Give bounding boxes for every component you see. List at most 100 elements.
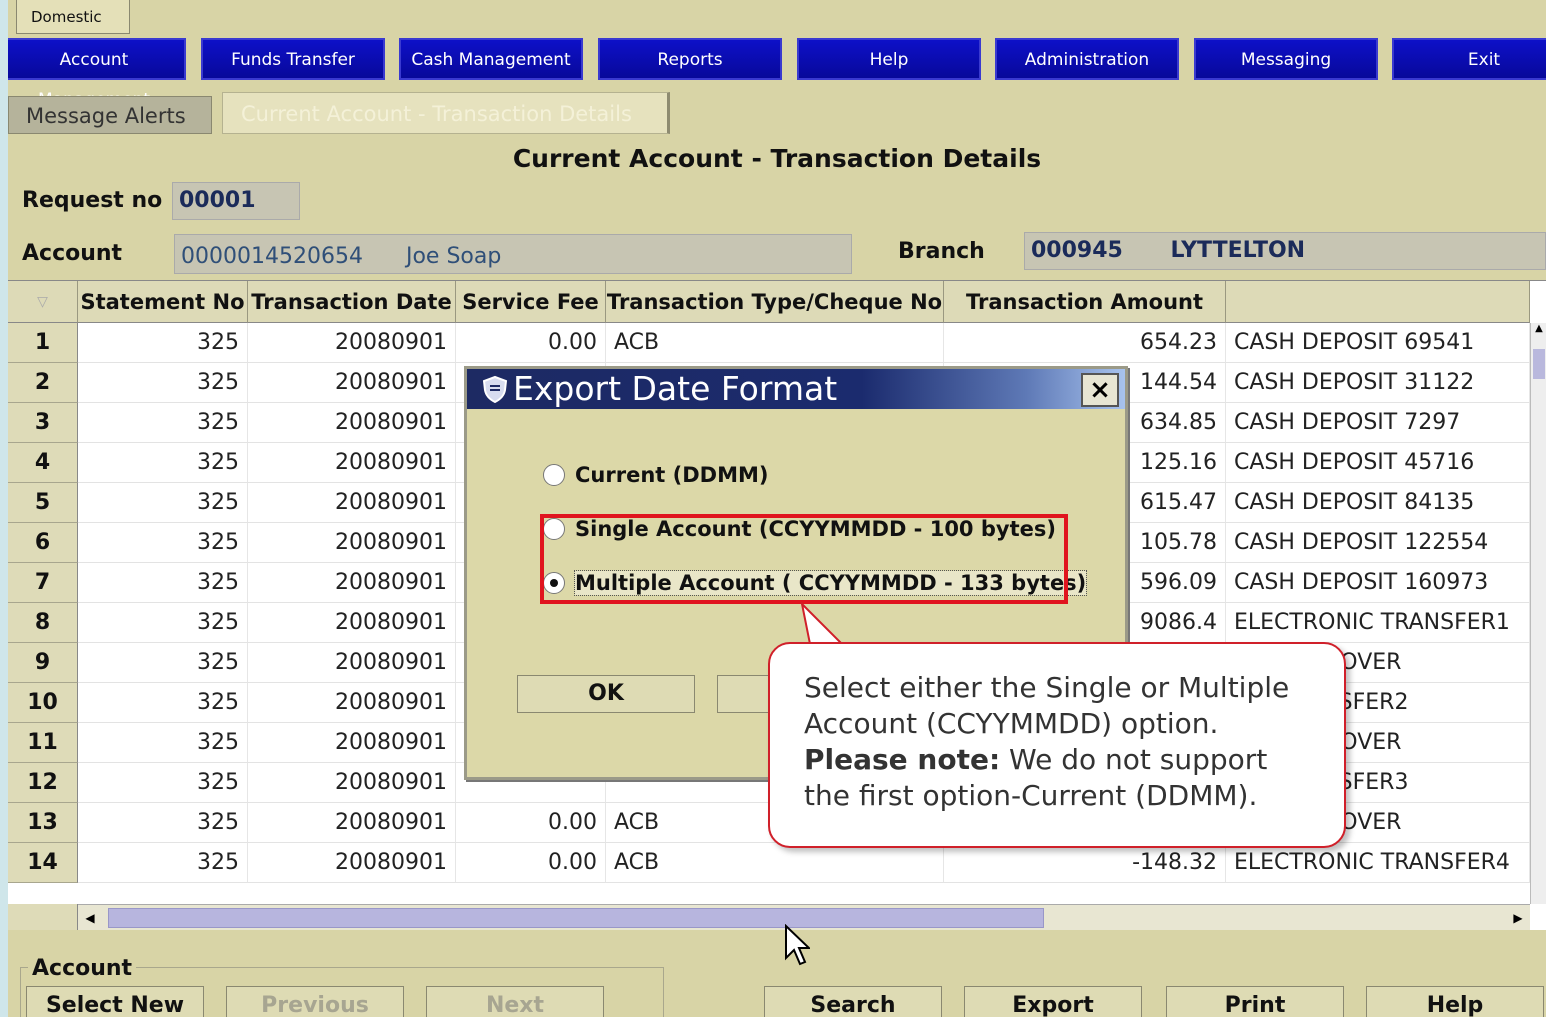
- col-description[interactable]: [1226, 281, 1530, 323]
- cell-transaction-date[interactable]: 20080901: [248, 683, 456, 723]
- row-number[interactable]: 10: [8, 683, 78, 723]
- cell-transaction-type[interactable]: ACB: [606, 323, 944, 363]
- row-number[interactable]: 13: [8, 803, 78, 843]
- radio-current-ddmm[interactable]: [543, 464, 565, 486]
- cell-description[interactable]: CASH DEPOSIT 45716: [1226, 443, 1530, 483]
- row-number[interactable]: 2: [8, 363, 78, 403]
- cell-transaction-date[interactable]: 20080901: [248, 843, 456, 883]
- row-number[interactable]: 7: [8, 563, 78, 603]
- cell-statement-no[interactable]: 325: [78, 843, 248, 883]
- option-current-label[interactable]: Current (DDMM): [575, 463, 768, 487]
- ok-button[interactable]: OK: [517, 675, 695, 713]
- menu-cash-management[interactable]: Cash Management: [399, 38, 583, 80]
- cell-transaction-date[interactable]: 20080901: [248, 603, 456, 643]
- row-number[interactable]: 14: [8, 843, 78, 883]
- cell-transaction-date[interactable]: 20080901: [248, 443, 456, 483]
- help-button[interactable]: Help: [1366, 986, 1544, 1017]
- cell-transaction-date[interactable]: 20080901: [248, 483, 456, 523]
- cell-statement-no[interactable]: 325: [78, 563, 248, 603]
- select-new-button[interactable]: Select New: [26, 986, 204, 1017]
- cell-statement-no[interactable]: 325: [78, 443, 248, 483]
- next-button[interactable]: Next: [426, 986, 604, 1017]
- scroll-up-icon[interactable]: ▲: [1531, 323, 1546, 343]
- cell-transaction-type[interactable]: ACB: [606, 843, 944, 883]
- cell-description[interactable]: CASH DEPOSIT 160973: [1226, 563, 1530, 603]
- cell-statement-no[interactable]: 325: [78, 763, 248, 803]
- row-number[interactable]: 9: [8, 643, 78, 683]
- col-transaction-date[interactable]: Transaction Date: [248, 281, 456, 323]
- account-label: Account: [22, 241, 123, 266]
- cell-transaction-date[interactable]: 20080901: [248, 403, 456, 443]
- cell-transaction-amount[interactable]: 654.23: [944, 323, 1226, 363]
- cell-statement-no[interactable]: 325: [78, 603, 248, 643]
- cell-description[interactable]: CASH DEPOSIT 84135: [1226, 483, 1530, 523]
- menu-messaging[interactable]: Messaging: [1194, 38, 1378, 80]
- col-transaction-amount[interactable]: Transaction Amount: [944, 281, 1226, 323]
- cell-statement-no[interactable]: 325: [78, 403, 248, 443]
- cell-transaction-date[interactable]: 20080901: [248, 763, 456, 803]
- export-button[interactable]: Export: [964, 986, 1142, 1017]
- request-no-field[interactable]: 00001: [172, 182, 300, 220]
- branch-field[interactable]: 000945 LYTTELTON: [1024, 232, 1546, 270]
- cell-transaction-amount[interactable]: -148.32: [944, 843, 1226, 883]
- row-number[interactable]: 5: [8, 483, 78, 523]
- cell-transaction-date[interactable]: 20080901: [248, 523, 456, 563]
- cell-transaction-date[interactable]: 20080901: [248, 323, 456, 363]
- cell-service-fee[interactable]: 0.00: [456, 803, 606, 843]
- row-number[interactable]: 4: [8, 443, 78, 483]
- col-statement-no[interactable]: Statement No: [78, 281, 248, 323]
- col-service-fee[interactable]: Service Fee: [456, 281, 606, 323]
- page-title: Current Account - Transaction Details: [512, 144, 1042, 173]
- cell-description[interactable]: CASH DEPOSIT 7297: [1226, 403, 1530, 443]
- scroll-right-icon[interactable]: ▶: [1508, 907, 1528, 929]
- row-number[interactable]: 3: [8, 403, 78, 443]
- menu-exit[interactable]: Exit: [1392, 38, 1546, 80]
- cell-statement-no[interactable]: 325: [78, 363, 248, 403]
- table-row[interactable]: 1 325 20080901 0.00 ACB 654.23 CASH DEPOSIT 69…: [8, 323, 1530, 363]
- cell-statement-no[interactable]: 325: [78, 803, 248, 843]
- dialog-title: Export Date Format: [467, 369, 1125, 409]
- vertical-scrollbar[interactable]: ▲: [1530, 323, 1546, 904]
- horizontal-scroll-thumb[interactable]: [108, 908, 1044, 928]
- account-field[interactable]: 0000014520654 Joe Soap: [174, 234, 852, 274]
- col-transaction-type[interactable]: Transaction Type/Cheque No: [606, 281, 944, 323]
- tab-current-account[interactable]: Current Account - Transaction Details: [222, 92, 670, 134]
- search-button[interactable]: Search: [764, 986, 942, 1017]
- tab-message-alerts[interactable]: Message Alerts: [8, 96, 212, 134]
- row-number[interactable]: 11: [8, 723, 78, 763]
- cell-transaction-date[interactable]: 20080901: [248, 643, 456, 683]
- menu-administration[interactable]: Administration: [995, 38, 1179, 80]
- cell-statement-no[interactable]: 325: [78, 483, 248, 523]
- close-icon[interactable]: ×: [1081, 373, 1119, 407]
- print-button[interactable]: Print: [1166, 986, 1344, 1017]
- menu-help[interactable]: Help: [797, 38, 981, 80]
- menu-account-management[interactable]: Account Management: [8, 38, 186, 110]
- row-number[interactable]: 8: [8, 603, 78, 643]
- cell-statement-no[interactable]: 325: [78, 723, 248, 763]
- cell-statement-no[interactable]: 325: [78, 643, 248, 683]
- menu-reports[interactable]: Reports: [598, 38, 782, 80]
- row-number[interactable]: 1: [8, 323, 78, 363]
- previous-button[interactable]: Previous: [226, 986, 404, 1017]
- cell-statement-no[interactable]: 325: [78, 323, 248, 363]
- menu-funds-transfer[interactable]: Funds Transfer: [201, 38, 385, 80]
- cell-transaction-date[interactable]: 20080901: [248, 563, 456, 603]
- cell-statement-no[interactable]: 325: [78, 683, 248, 723]
- cell-transaction-date[interactable]: 20080901: [248, 803, 456, 843]
- scroll-left-icon[interactable]: ◀: [80, 907, 100, 929]
- row-number[interactable]: 12: [8, 763, 78, 803]
- tab-domestic[interactable]: Domestic: [16, 0, 130, 34]
- row-number[interactable]: 6: [8, 523, 78, 563]
- cell-description[interactable]: ELECTRONIC TRANSFER1: [1226, 603, 1530, 643]
- cell-service-fee[interactable]: 0.00: [456, 843, 606, 883]
- cell-description[interactable]: CASH DEPOSIT 122554: [1226, 523, 1530, 563]
- cell-transaction-date[interactable]: 20080901: [248, 723, 456, 763]
- cell-description[interactable]: CASH DEPOSIT 31122: [1226, 363, 1530, 403]
- cell-service-fee[interactable]: 0.00: [456, 323, 606, 363]
- cell-description[interactable]: ELECTRONIC TRANSFER4: [1226, 843, 1530, 883]
- cell-transaction-date[interactable]: 20080901: [248, 363, 456, 403]
- table-row[interactable]: 14 325 20080901 0.00 ACB -148.32 ELECTRONIC TR…: [8, 843, 1530, 883]
- vertical-scroll-thumb[interactable]: [1533, 349, 1545, 379]
- cell-description[interactable]: CASH DEPOSIT 69541: [1226, 323, 1530, 363]
- cell-statement-no[interactable]: 325: [78, 523, 248, 563]
